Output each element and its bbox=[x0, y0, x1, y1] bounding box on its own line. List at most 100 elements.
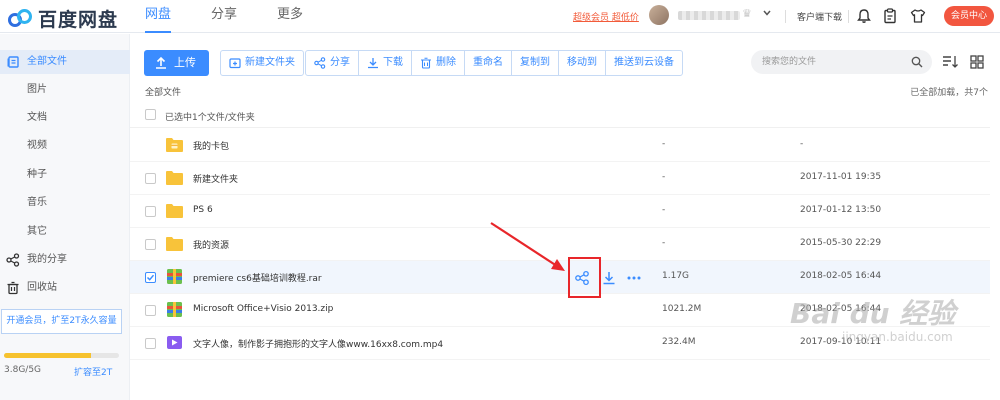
row-checkbox[interactable] bbox=[145, 206, 156, 217]
file-list-header: 已选中1个文件/文件夹 bbox=[130, 101, 990, 128]
share-label: 分享 bbox=[330, 57, 350, 68]
sidebar-item-recycle-bin[interactable]: 回收站 bbox=[0, 276, 130, 300]
row-checkbox[interactable] bbox=[145, 173, 156, 184]
folder-icon bbox=[166, 204, 183, 218]
download-label: 下载 bbox=[383, 57, 403, 68]
file-date: 2018-02-05 16:44 bbox=[800, 271, 882, 281]
copy-to-button[interactable]: 复制到 bbox=[512, 51, 559, 75]
divider bbox=[848, 10, 849, 23]
sidebar-item-documents[interactable]: 文档 bbox=[0, 106, 130, 130]
row-checkbox-checked[interactable] bbox=[145, 272, 156, 283]
sidebar-item-torrents[interactable]: 种子 bbox=[0, 163, 130, 187]
new-folder-button[interactable]: 新建文件夹 bbox=[221, 51, 303, 75]
selected-count-text: 已选中1个文件/文件夹 bbox=[165, 113, 255, 123]
upload-label: 上传 bbox=[174, 56, 196, 69]
sidebar-item-my-shares[interactable]: 我的分享 bbox=[0, 248, 130, 272]
open-vip-button[interactable]: 开通会员，扩至2T永久容量 bbox=[1, 309, 122, 334]
upload-icon bbox=[156, 56, 166, 69]
sidebar-item-label: 我的分享 bbox=[27, 254, 67, 265]
sidebar-item-all-files[interactable]: 全部文件 bbox=[0, 50, 130, 74]
avatar[interactable] bbox=[649, 5, 669, 25]
row-checkbox[interactable] bbox=[145, 305, 156, 316]
baidu-netdisk-logo-icon bbox=[8, 8, 34, 30]
tshirt-icon[interactable] bbox=[909, 7, 927, 25]
file-name[interactable]: PS 6 bbox=[193, 205, 213, 215]
nav-netdisk[interactable]: 网盘 bbox=[145, 0, 172, 33]
sidebar-item-music[interactable]: 音乐 bbox=[0, 191, 130, 215]
checkmark-icon bbox=[146, 274, 155, 281]
download-icon[interactable] bbox=[601, 270, 617, 286]
logo[interactable]: 百度网盘 bbox=[8, 5, 118, 32]
folder-icon bbox=[166, 171, 183, 185]
expand-storage-link[interactable]: 扩容至2T bbox=[74, 365, 112, 378]
main-nav: 网盘 分享 更多 bbox=[145, 0, 343, 33]
baidu-jingyan-watermark: Bai du 经验 jingyan.baidu.com bbox=[790, 292, 955, 344]
move-to-button[interactable]: 移动到 bbox=[559, 51, 606, 75]
file-date: - bbox=[800, 139, 804, 149]
sidebar-item-other[interactable]: 其它 bbox=[0, 220, 130, 244]
video-file-icon bbox=[167, 336, 182, 349]
annotation-highlight-box bbox=[568, 257, 601, 298]
row-checkbox[interactable] bbox=[145, 239, 156, 250]
file-size: 232.4M bbox=[662, 337, 696, 347]
share-icon bbox=[6, 253, 20, 267]
username-blurred[interactable] bbox=[678, 11, 740, 20]
nav-more[interactable]: 更多 bbox=[277, 0, 303, 33]
trash-icon bbox=[7, 281, 19, 295]
sidebar-item-label: 全部文件 bbox=[27, 56, 67, 67]
super-vip-link[interactable]: 超级会员 超低价 bbox=[573, 10, 639, 23]
sidebar: 全部文件 图片 文档 视频 种子 音乐 其它 我的分享 回收站 开通会员，扩至2… bbox=[0, 34, 130, 400]
file-size: - bbox=[662, 238, 666, 248]
file-size: - bbox=[662, 205, 666, 215]
files-icon bbox=[7, 56, 19, 68]
watermark-main: Bai du 经验 bbox=[790, 297, 956, 330]
top-bar: 百度网盘 网盘 分享 更多 超级会员 超低价 ♛ 客户端下载 会员中心 bbox=[0, 0, 1000, 33]
rename-button[interactable]: 重命名 bbox=[465, 51, 512, 75]
sort-icon[interactable] bbox=[942, 55, 958, 69]
breadcrumb[interactable]: 全部文件 bbox=[145, 85, 181, 98]
sidebar-item-images[interactable]: 图片 bbox=[0, 78, 130, 102]
file-date: 2015-05-30 22:29 bbox=[800, 238, 882, 248]
divider bbox=[785, 10, 786, 23]
push-to-cloud-device-button[interactable]: 推送到云设备 bbox=[606, 51, 682, 75]
share-icon bbox=[314, 57, 326, 69]
search-input[interactable] bbox=[751, 50, 901, 74]
file-name[interactable]: 新建文件夹 bbox=[193, 172, 238, 185]
clipboard-icon[interactable] bbox=[881, 7, 899, 25]
search-box bbox=[751, 50, 932, 74]
search-icon[interactable] bbox=[911, 56, 923, 68]
file-name[interactable]: Microsoft Office+Visio 2013.zip bbox=[193, 304, 333, 314]
download-icon bbox=[368, 58, 378, 69]
more-icon[interactable] bbox=[626, 270, 642, 286]
table-row[interactable]: premiere cs6基础培训教程.rar 1.17G 2018-02-05 … bbox=[130, 261, 990, 294]
share-button[interactable]: 分享 bbox=[306, 51, 359, 75]
table-row[interactable]: 我的资源 - 2015-05-30 22:29 bbox=[130, 228, 990, 261]
folder-icon bbox=[166, 237, 183, 251]
grid-view-icon[interactable] bbox=[969, 55, 985, 69]
nav-share[interactable]: 分享 bbox=[211, 0, 237, 33]
select-all-checkbox[interactable] bbox=[145, 109, 156, 120]
download-button[interactable]: 下载 bbox=[359, 51, 412, 75]
delete-button[interactable]: 删除 bbox=[412, 51, 465, 75]
file-name[interactable]: 我的资源 bbox=[193, 238, 229, 251]
table-row[interactable]: PS 6 - 2017-01-12 13:50 bbox=[130, 195, 990, 228]
card-folder-icon bbox=[166, 138, 183, 152]
sidebar-item-videos[interactable]: 视频 bbox=[0, 134, 130, 158]
chevron-down-icon[interactable] bbox=[762, 8, 772, 18]
trash-icon bbox=[421, 57, 431, 69]
file-name[interactable]: 我的卡包 bbox=[193, 139, 229, 152]
bell-icon[interactable] bbox=[855, 7, 873, 25]
file-size: - bbox=[662, 139, 666, 149]
new-folder-label: 新建文件夹 bbox=[245, 57, 295, 68]
table-row[interactable]: 新建文件夹 - 2017-11-01 19:35 bbox=[130, 162, 990, 195]
vip-center-button[interactable]: 会员中心 bbox=[944, 6, 994, 26]
new-folder-icon bbox=[229, 58, 241, 69]
row-checkbox[interactable] bbox=[145, 338, 156, 349]
action-button-group: 分享 下载 删除 重命名 复制到 移动到 推送到云设备 bbox=[305, 50, 683, 76]
upload-button[interactable]: 上传 bbox=[144, 50, 209, 76]
table-row[interactable]: 我的卡包 - - bbox=[130, 129, 990, 162]
load-status-text: 已全部加载，共7个 bbox=[910, 88, 988, 98]
file-name[interactable]: premiere cs6基础培训教程.rar bbox=[193, 271, 322, 284]
file-name[interactable]: 文字人像，制作影子拥抱形的文字人像www.16xx8.com.mp4 bbox=[193, 337, 443, 350]
client-download-link[interactable]: 客户端下载 bbox=[797, 10, 842, 23]
